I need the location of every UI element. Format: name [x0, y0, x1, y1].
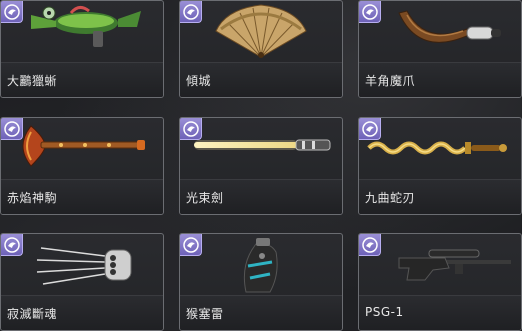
item-name-bar: 猴塞雷 [180, 295, 342, 330]
item-card-psg1[interactable]: PSG-1 [358, 233, 522, 331]
item-name-bar: 寂滅斷魂 [1, 295, 163, 330]
grade-badge-icon [180, 1, 202, 23]
item-image-beam-sword [180, 118, 342, 180]
item-name: 寂滅斷魂 [7, 307, 58, 321]
item-name-bar: 赤焰神駒 [1, 179, 163, 214]
item-image-claw-knuckle [1, 234, 163, 296]
item-image-snake-blade [359, 118, 521, 180]
item-name: PSG-1 [365, 305, 404, 319]
item-card-horn-claw[interactable]: 羊角魔爪 [358, 0, 522, 98]
item-image-fire-axe [1, 118, 163, 180]
item-name-bar: 大鸝獵蜥 [1, 62, 163, 97]
grade-badge-icon [1, 118, 23, 140]
grade-badge-icon [180, 234, 202, 256]
item-card-grenade[interactable]: 猴塞雷 [179, 233, 343, 331]
grade-badge-icon [180, 118, 202, 140]
item-name-bar: 光束劍 [180, 179, 342, 214]
item-grid: 大鸝獵蜥 傾城 羊角魔爪 赤焰神駒 光束劍 九曲蛇刃 寂滅斷魂 猴塞雷 PSG-… [0, 0, 522, 331]
item-card-fan[interactable]: 傾城 [179, 0, 343, 98]
grade-badge-icon [359, 1, 381, 23]
item-name-bar: PSG-1 [359, 295, 521, 330]
item-name: 大鸝獵蜥 [7, 74, 58, 88]
item-image-lizard-gun [1, 1, 163, 63]
item-image-grenade [180, 234, 342, 296]
grade-badge-icon [359, 118, 381, 140]
item-card-beam-sword[interactable]: 光束劍 [179, 117, 343, 215]
item-card-lizard-gun[interactable]: 大鸝獵蜥 [0, 0, 164, 98]
grade-badge-icon [1, 234, 23, 256]
item-name-bar: 羊角魔爪 [359, 62, 521, 97]
item-name: 猴塞雷 [186, 307, 224, 321]
item-card-fire-axe[interactable]: 赤焰神駒 [0, 117, 164, 215]
item-name-bar: 傾城 [180, 62, 342, 97]
item-name: 光束劍 [186, 191, 224, 205]
item-card-claw-knuckle[interactable]: 寂滅斷魂 [0, 233, 164, 331]
grade-badge-icon [359, 234, 381, 256]
item-card-snake-blade[interactable]: 九曲蛇刃 [358, 117, 522, 215]
item-name: 九曲蛇刃 [365, 191, 416, 205]
item-image-fan [180, 1, 342, 63]
grade-badge-icon [1, 1, 23, 23]
item-name-bar: 九曲蛇刃 [359, 179, 521, 214]
item-name: 羊角魔爪 [365, 74, 416, 88]
item-image-psg1 [359, 234, 521, 296]
item-name: 赤焰神駒 [7, 191, 58, 205]
item-image-horn-claw [359, 1, 521, 63]
item-name: 傾城 [186, 74, 212, 88]
